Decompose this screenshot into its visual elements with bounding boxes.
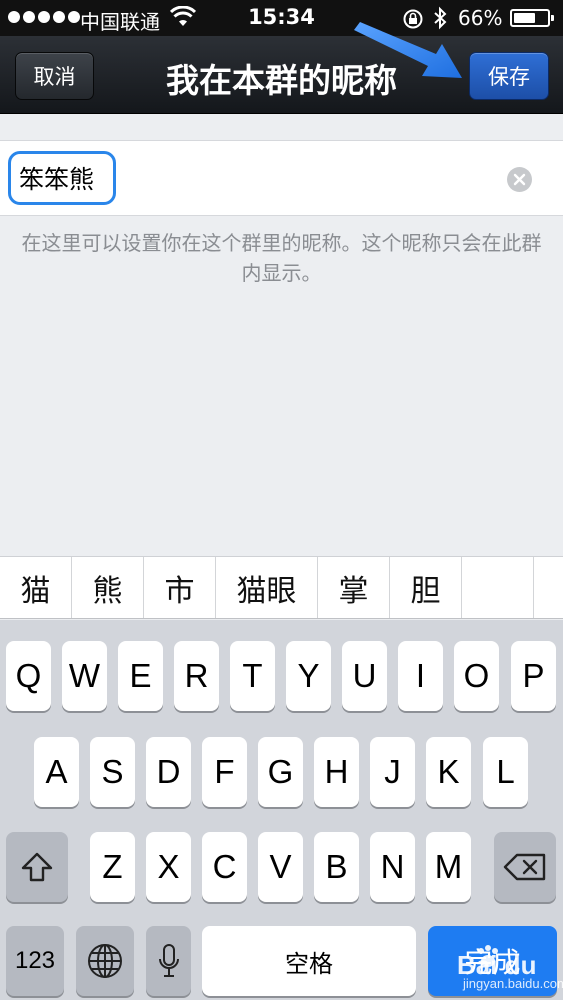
key-b[interactable]: B [314,832,359,902]
key-c[interactable]: C [202,832,247,902]
candidate-item[interactable]: 熊 [72,557,144,618]
done-key[interactable]: 完成 [428,926,557,996]
key-r[interactable]: R [174,641,219,711]
delete-key[interactable] [494,832,556,902]
key-x[interactable]: X [146,832,191,902]
numbers-key[interactable]: 123 [6,926,64,996]
key-d[interactable]: D [146,737,191,807]
keyboard: Q W E R T Y U I O P A S D F G H J K L Z … [0,620,563,1000]
battery-icon [510,9,554,27]
candidate-item[interactable]: 猫眼 [216,557,318,618]
candidate-item[interactable]: 胆 [390,557,462,618]
shift-icon [21,852,53,882]
key-n[interactable]: N [370,832,415,902]
key-z[interactable]: Z [90,832,135,902]
backspace-icon [503,853,546,881]
microphone-icon [158,944,179,977]
key-w[interactable]: W [62,641,107,711]
nickname-row [0,140,563,216]
candidate-empty [534,557,563,618]
clear-icon[interactable] [507,167,532,192]
nickname-input[interactable] [8,151,116,205]
candidate-item[interactable]: 掌 [318,557,390,618]
key-h[interactable]: H [314,737,359,807]
cancel-button[interactable]: 取消 [15,52,94,100]
signal-strength-icon [8,11,80,23]
candidate-empty [462,557,534,618]
key-e[interactable]: E [118,641,163,711]
key-t[interactable]: T [230,641,275,711]
key-v[interactable]: V [258,832,303,902]
rotation-lock-icon [402,8,424,35]
key-l[interactable]: L [483,737,528,807]
globe-key[interactable] [76,926,134,996]
key-u[interactable]: U [342,641,387,711]
space-key[interactable]: 空格 [202,926,416,996]
key-g[interactable]: G [258,737,303,807]
key-o[interactable]: O [454,641,499,711]
candidate-item[interactable]: 猫 [0,557,72,618]
key-y[interactable]: Y [286,641,331,711]
battery-percent: 66% [458,6,503,30]
key-k[interactable]: K [426,737,471,807]
key-p[interactable]: P [511,641,556,711]
save-button[interactable]: 保存 [469,52,549,100]
shift-key[interactable] [6,832,68,902]
wifi-icon [169,5,197,33]
key-a[interactable]: A [34,737,79,807]
status-bar: 中国联通 15:34 66% [0,0,563,36]
key-j[interactable]: J [370,737,415,807]
candidate-bar: 猫 熊 市 猫眼 掌 胆 [0,556,563,619]
globe-icon [88,944,122,978]
key-m[interactable]: M [426,832,471,902]
key-i[interactable]: I [398,641,443,711]
carrier-name: 中国联通 [80,10,160,34]
key-s[interactable]: S [90,737,135,807]
dictation-key[interactable] [146,926,191,996]
candidate-item[interactable]: 市 [144,557,216,618]
key-q[interactable]: Q [6,641,51,711]
bluetooth-icon [432,6,448,35]
navigation-bar: 取消 我在本群的昵称 保存 [0,36,563,114]
nickname-hint: 在这里可以设置你在这个群里的昵称。这个昵称只会在此群内显示。 [21,231,542,285]
key-f[interactable]: F [202,737,247,807]
